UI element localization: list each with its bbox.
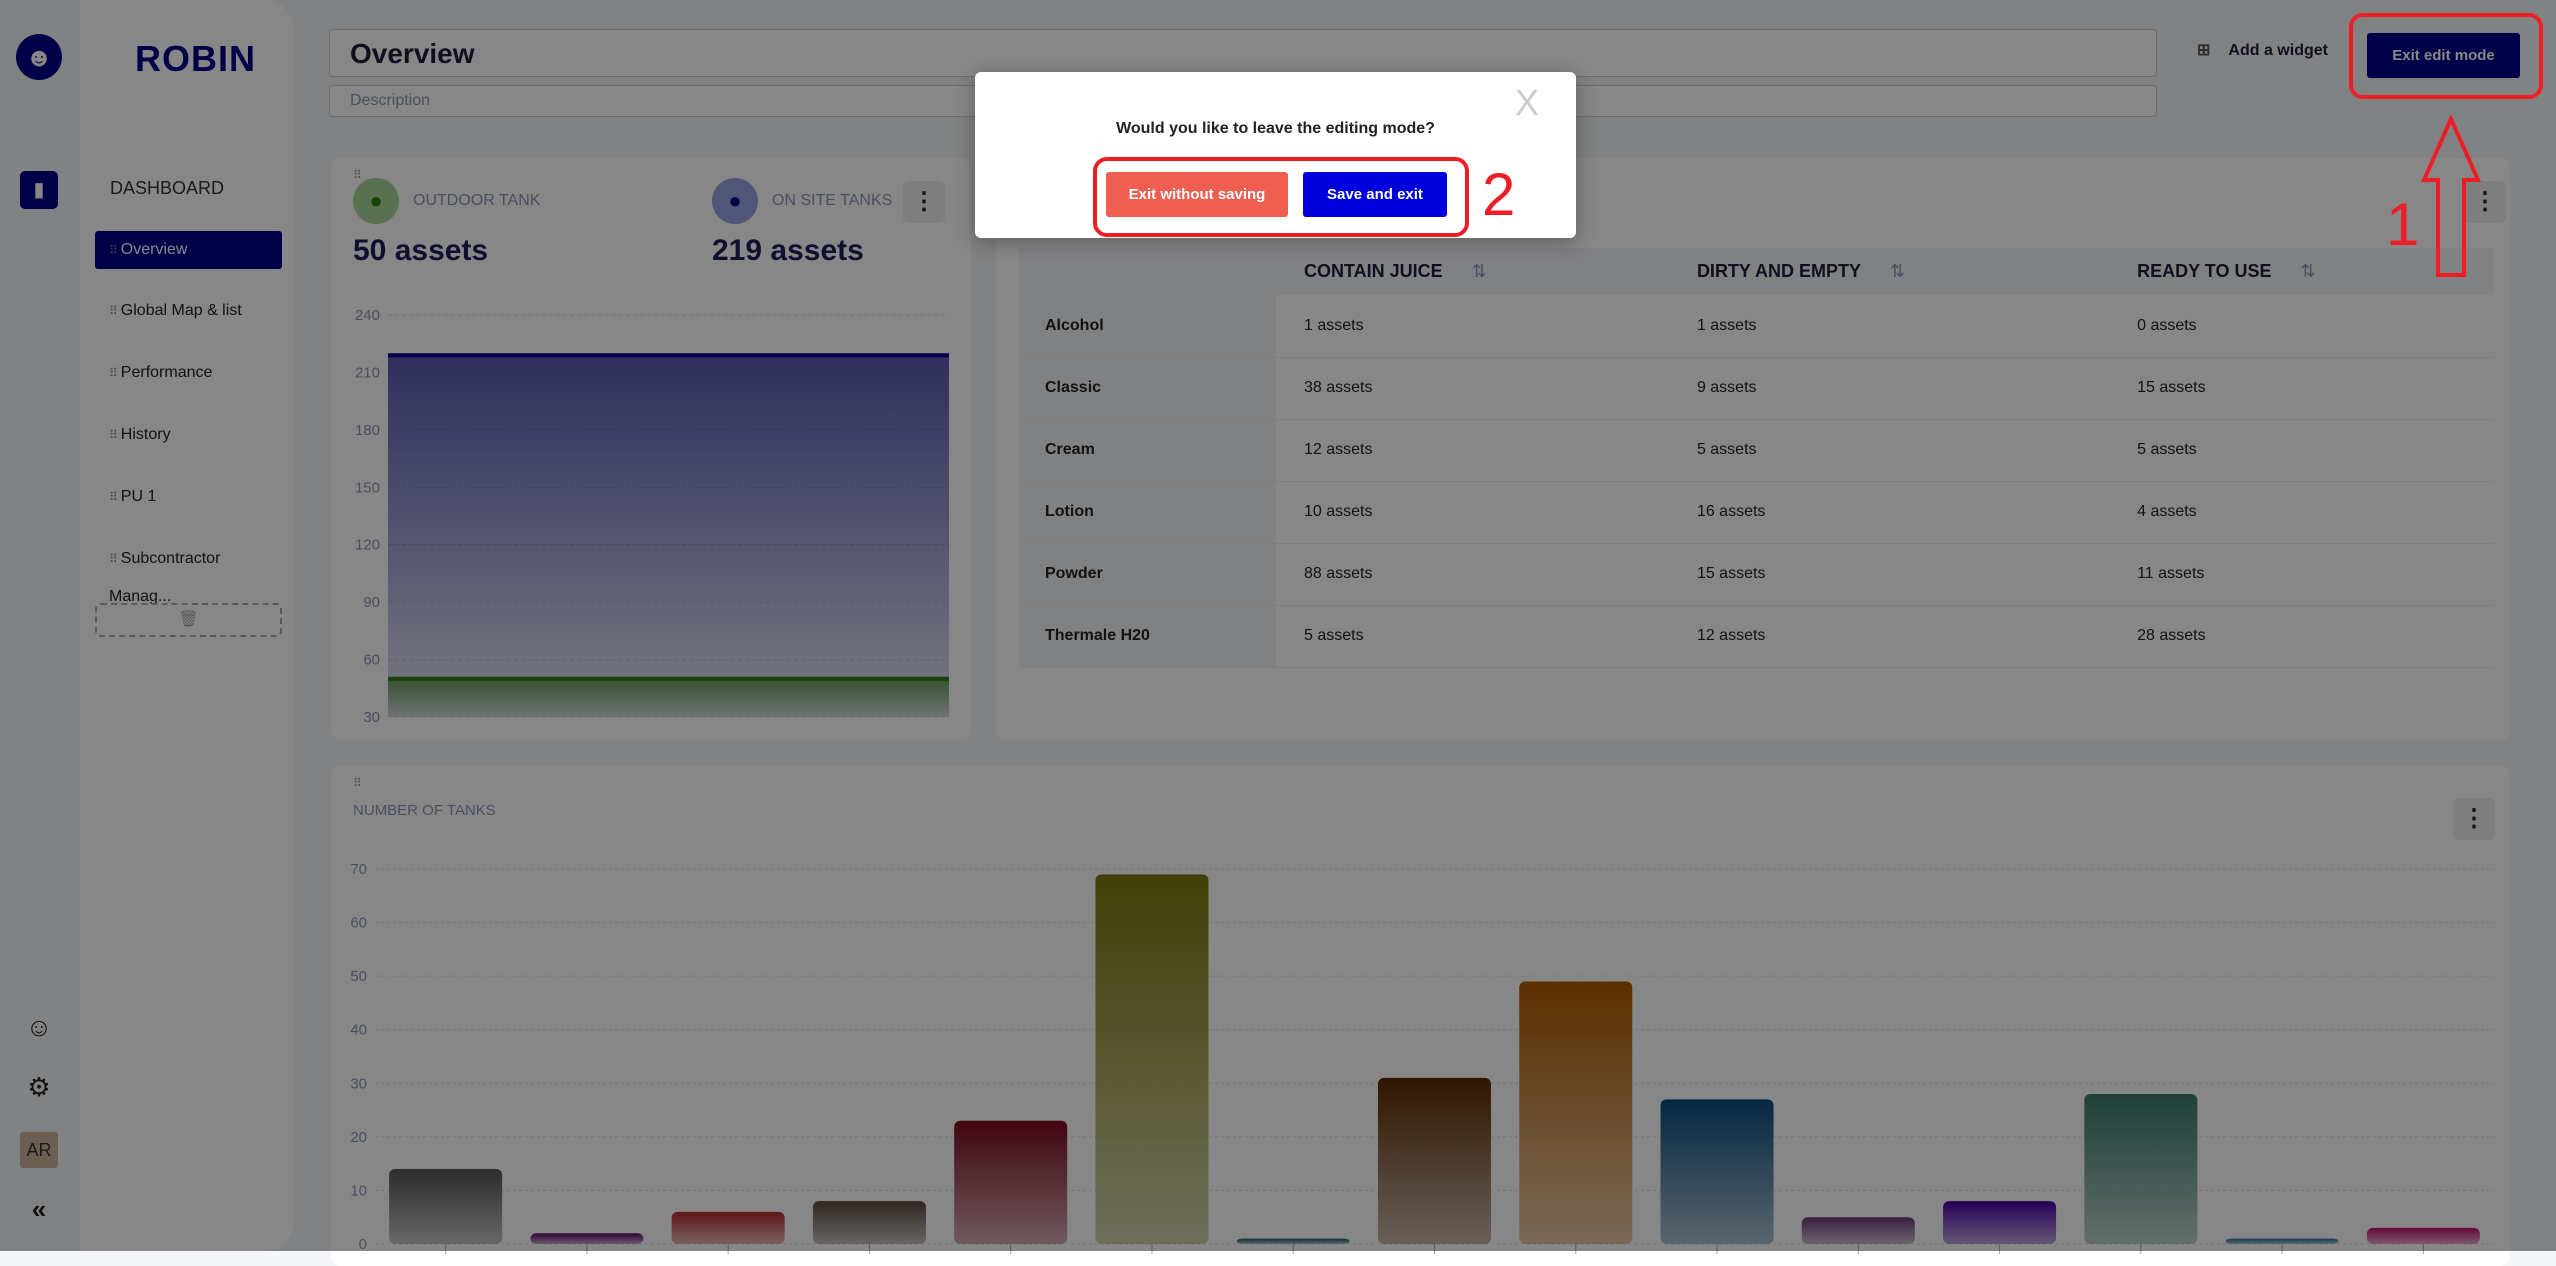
annotation-label-step2: 2 xyxy=(1482,161,1516,228)
annotation-box-step2 xyxy=(1093,157,1469,237)
annotation-box-step1 xyxy=(2349,13,2543,99)
close-icon[interactable]: X xyxy=(1515,82,1539,124)
dialog-question: Would you like to leave the editing mode… xyxy=(1116,120,1435,137)
annotation-label-step1: 1 xyxy=(2386,191,2420,258)
annotation-arrow-icon xyxy=(2420,115,2482,277)
